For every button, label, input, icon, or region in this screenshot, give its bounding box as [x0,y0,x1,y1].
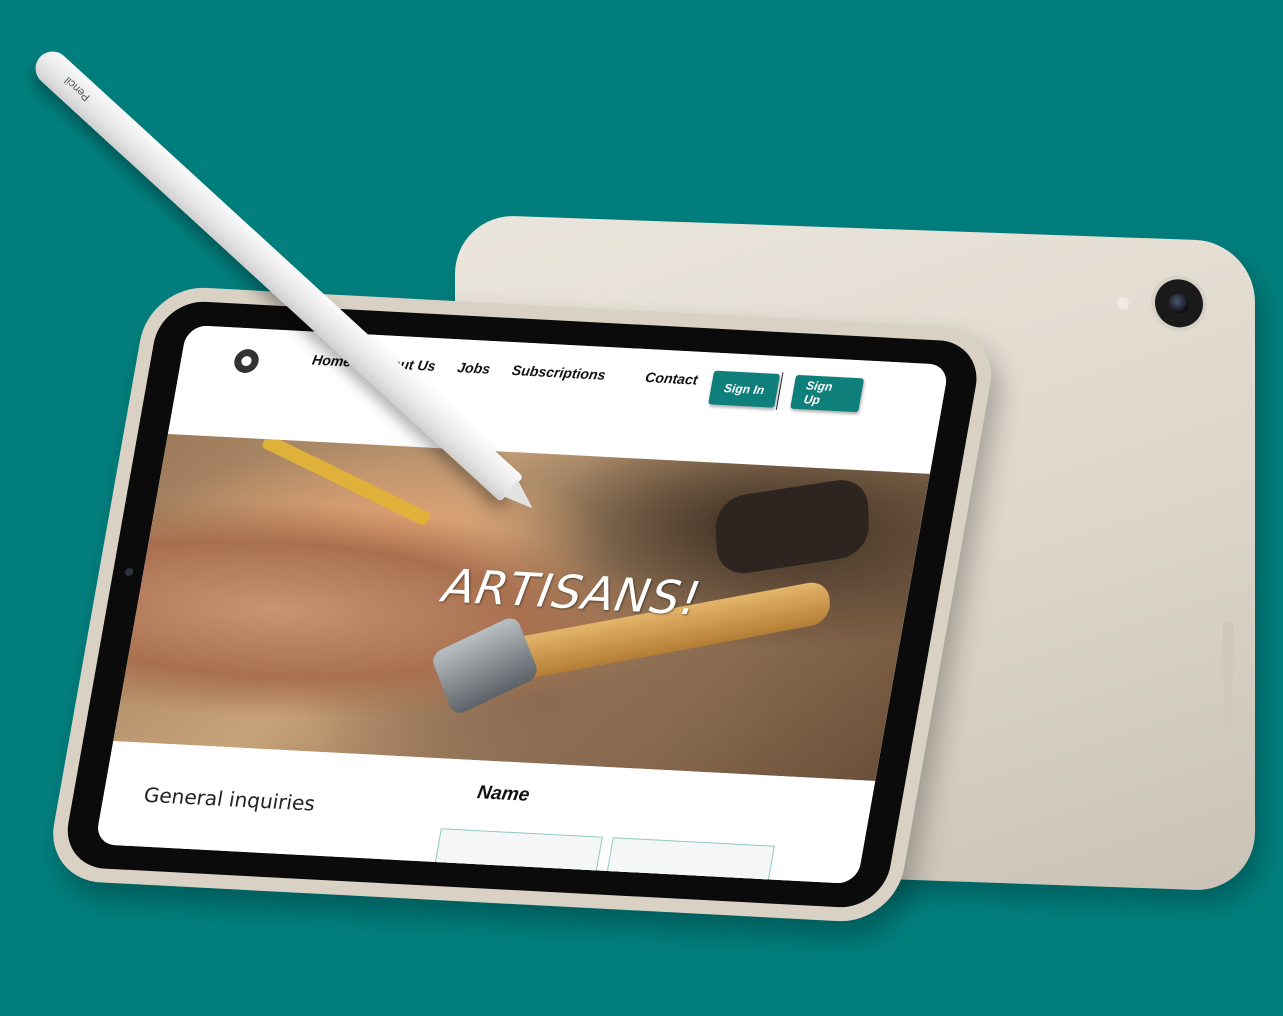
first-name-input[interactable] [434,828,603,875]
sign-up-button[interactable]: Sign Up [790,374,865,413]
website-screen: Home About Us Jobs Subscriptions Contact… [94,324,950,885]
last-name-input[interactable] [606,837,775,884]
nav-jobs[interactable]: Jobs [456,359,492,377]
tablet-bezel: Home About Us Jobs Subscriptions Contact… [60,299,984,910]
hero-photo-pencil [260,434,432,527]
hero-title: ARTISANS! [438,558,706,626]
tablet-front: Home About Us Jobs Subscriptions Contact… [44,285,1001,925]
logo-icon[interactable] [229,345,264,376]
side-button [1223,620,1233,732]
name-label: Name [475,782,532,806]
nav-subscriptions[interactable]: Subscriptions [511,362,607,383]
front-camera-icon [124,567,134,577]
sign-in-button[interactable]: Sign In [708,370,781,408]
microphone-icon [1117,297,1129,310]
hero-photo-plane [714,475,870,578]
rear-camera-icon [1155,278,1203,329]
general-inquiries-heading: General inquiries [141,782,318,816]
nav-contact[interactable]: Contact [644,369,699,388]
stylus-brand-label: Pencil [62,74,93,104]
hero-photo-hammer-head [429,614,541,717]
